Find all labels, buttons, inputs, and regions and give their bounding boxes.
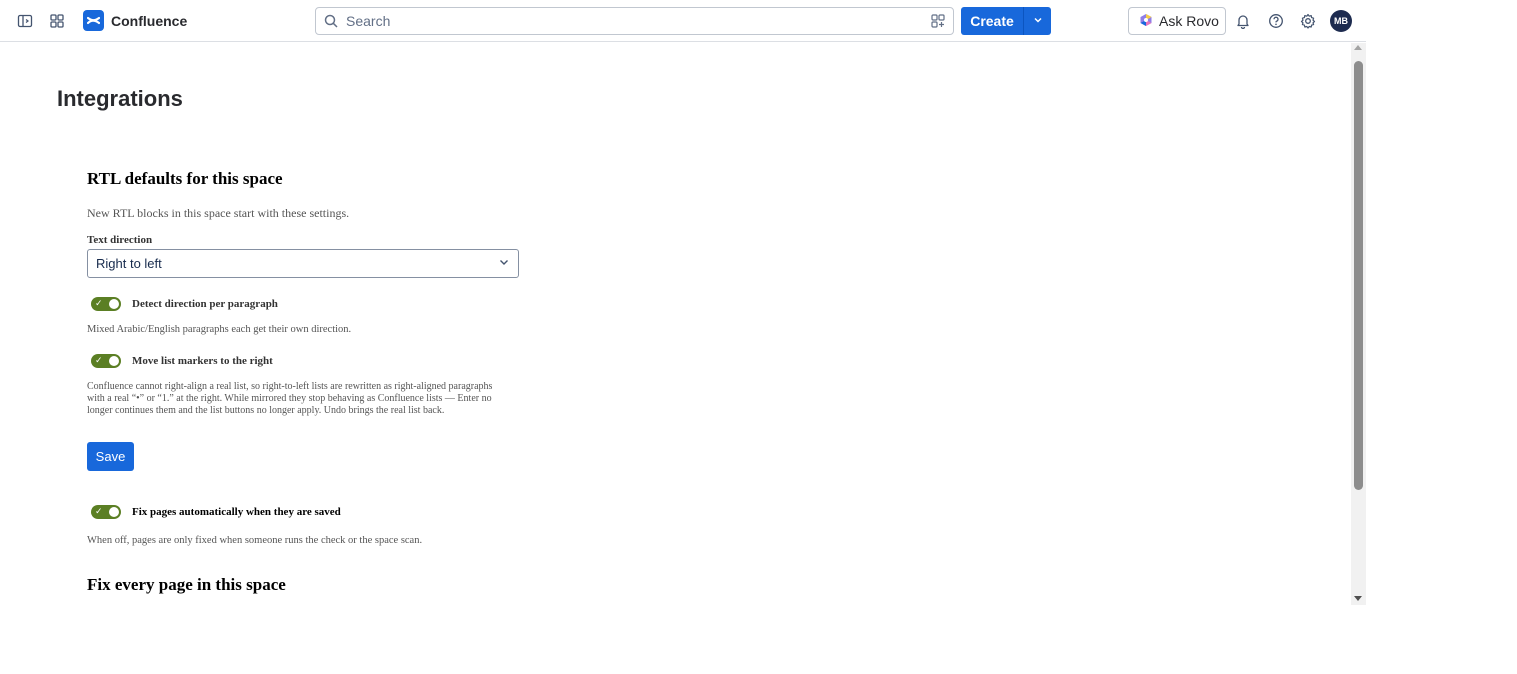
- auto-fix-row: ✓ Fix pages automatically when they are …: [91, 505, 341, 519]
- notifications-icon[interactable]: [1231, 9, 1255, 33]
- fix-all-heading: Fix every page in this space: [87, 575, 286, 594]
- chevron-down-icon: [1033, 12, 1043, 30]
- search-box[interactable]: [315, 7, 954, 35]
- confluence-logo[interactable]: Confluence: [83, 10, 187, 31]
- sidebar-toggle-icon[interactable]: [13, 9, 37, 33]
- search-icon: [316, 14, 346, 28]
- check-icon: ✓: [95, 507, 103, 517]
- help-icon[interactable]: [1264, 9, 1288, 33]
- rtl-defaults-description: New RTL blocks in this space start with …: [87, 206, 350, 220]
- ask-rovo-button[interactable]: Ask Rovo: [1128, 7, 1226, 35]
- detect-direction-toggle[interactable]: ✓: [91, 297, 121, 311]
- app-name: Confluence: [111, 12, 188, 29]
- settings-gear-icon[interactable]: [1296, 9, 1320, 33]
- detect-direction-row: ✓ Detect direction per paragraph: [91, 297, 278, 311]
- check-icon: ✓: [95, 299, 103, 309]
- detect-direction-note: Mixed Arabic/English paragraphs each get…: [87, 324, 352, 335]
- list-markers-label: Move list markers to the right: [132, 355, 273, 367]
- save-button[interactable]: Save: [87, 442, 134, 471]
- scroll-down-arrow-icon[interactable]: [1354, 596, 1362, 601]
- create-dropdown-button[interactable]: [1023, 7, 1051, 35]
- text-direction-select[interactable]: Right to left: [87, 249, 519, 278]
- auto-fix-label: Fix pages automatically when they are sa…: [132, 506, 341, 518]
- app-switcher-icon[interactable]: [45, 9, 69, 33]
- page-scrollbar[interactable]: [1351, 43, 1366, 605]
- rovo-icon: [1139, 13, 1153, 30]
- list-markers-toggle[interactable]: ✓: [91, 354, 121, 368]
- scroll-up-arrow-icon[interactable]: [1354, 45, 1362, 50]
- list-markers-row: ✓ Move list markers to the right: [91, 354, 273, 368]
- detect-direction-label: Detect direction per paragraph: [132, 298, 278, 310]
- top-navigation: Confluence Create Ask Rovo MB: [0, 0, 1366, 42]
- auto-fix-toggle[interactable]: ✓: [91, 505, 121, 519]
- chevron-down-icon: [498, 256, 510, 271]
- user-avatar[interactable]: MB: [1330, 10, 1352, 32]
- page-title: Integrations: [57, 86, 183, 111]
- text-direction-label: Text direction: [87, 234, 153, 246]
- text-direction-value: Right to left: [96, 256, 162, 271]
- ask-rovo-label: Ask Rovo: [1159, 13, 1219, 29]
- create-button[interactable]: Create: [961, 7, 1023, 35]
- search-input[interactable]: [346, 13, 923, 29]
- list-markers-note: Confluence cannot right-align a real lis…: [87, 381, 493, 416]
- rtl-defaults-heading: RTL defaults for this space: [87, 169, 283, 188]
- scrollbar-thumb[interactable]: [1354, 61, 1363, 490]
- search-filters-icon[interactable]: [923, 14, 953, 28]
- confluence-icon: [83, 10, 104, 31]
- check-icon: ✓: [95, 356, 103, 366]
- auto-fix-note: When off, pages are only fixed when some…: [87, 535, 423, 546]
